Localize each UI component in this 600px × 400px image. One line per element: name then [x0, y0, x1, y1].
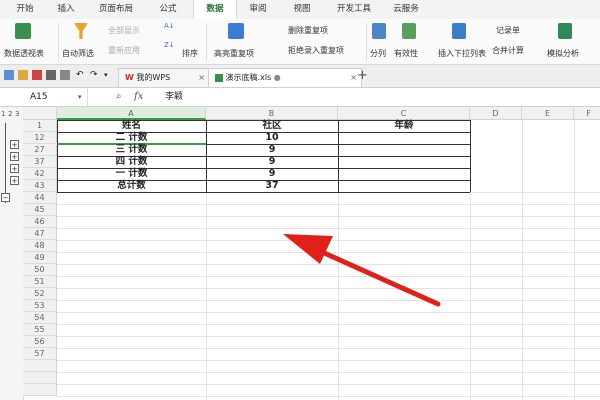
pivot-table-button[interactable]: 数据透视表	[4, 48, 44, 59]
annotation-arrow	[283, 234, 441, 307]
undo-icon[interactable]: ↶	[76, 70, 86, 80]
validity-icon	[402, 23, 416, 39]
split-column-button[interactable]: 分列	[370, 48, 386, 59]
menu-page-layout[interactable]: 页面布局	[88, 0, 144, 19]
menu-bar: 开始 插入 页面布局 公式 数据 审阅 视图 开发工具 云服务	[0, 0, 600, 20]
menu-insert[interactable]: 插入	[48, 0, 84, 19]
menu-review[interactable]: 审阅	[238, 0, 278, 19]
menu-developer[interactable]: 开发工具	[326, 0, 382, 19]
print-icon[interactable]	[46, 70, 56, 80]
divider	[206, 23, 207, 61]
name-box[interactable]: A15	[0, 88, 88, 106]
reject-duplicates-button[interactable]: 拒绝录入重复项	[288, 45, 344, 56]
preview-icon[interactable]	[60, 70, 70, 80]
reapply-button[interactable]: 重新应用	[108, 45, 140, 56]
wps-logo-icon: W	[125, 73, 134, 82]
insert-dropdown-icon	[452, 23, 466, 39]
ribbon-toolbar: 数据透视表 自动筛选 全部显示 重新应用 A↓ Z↓ 排序 高亮重复项 删除重复…	[0, 19, 600, 65]
insert-dropdown-button[interactable]: 插入下拉列表	[438, 48, 486, 59]
show-all-button[interactable]: 全部显示	[108, 25, 140, 36]
menu-cloud[interactable]: 云服务	[385, 0, 427, 19]
menu-formula[interactable]: 公式	[148, 0, 188, 19]
record-form-button[interactable]: 记录单	[496, 25, 520, 36]
formula-bar: A15 ▾ ⌕ fx 李颖	[0, 88, 600, 107]
sheet-icon	[215, 73, 223, 82]
new-file-icon[interactable]	[4, 70, 14, 80]
simulate-analysis-icon	[558, 23, 572, 39]
pivot-table-icon	[15, 23, 31, 39]
add-tab-icon[interactable]: +	[357, 68, 368, 83]
tab-document[interactable]: 演示底稿.xls ● ×	[208, 68, 362, 87]
divider	[58, 23, 59, 61]
tab-my-wps[interactable]: W 我的WPS ×	[118, 68, 210, 87]
zoom-search-icon[interactable]: ⌕	[116, 91, 122, 102]
autofilter-button[interactable]: 自动筛选	[62, 48, 94, 59]
fx-icon[interactable]: fx	[134, 91, 143, 102]
open-icon[interactable]	[18, 70, 28, 80]
sort-asc-icon[interactable]: A↓	[164, 22, 175, 30]
filter-icon	[74, 23, 88, 39]
simulate-analysis-button[interactable]: 模拟分析	[547, 48, 579, 59]
tab-bar: ↶ ↷ ▾ W 我的WPS × 演示底稿.xls ● × +	[0, 65, 600, 88]
unsaved-dot: ●	[273, 73, 281, 82]
formula-input[interactable]: 李颖	[165, 88, 183, 106]
remove-duplicates-button[interactable]: 删除重复项	[288, 25, 328, 36]
name-box-dropdown-icon[interactable]: ▾	[78, 93, 82, 101]
split-column-icon	[372, 23, 386, 39]
menu-start[interactable]: 开始	[4, 0, 46, 19]
validity-button[interactable]: 有效性	[394, 48, 418, 59]
highlight-duplicates-icon	[228, 23, 244, 39]
highlight-duplicates-button[interactable]: 高亮重复项	[214, 48, 254, 59]
export-pdf-icon[interactable]	[32, 70, 42, 80]
sort-button[interactable]: 排序	[182, 48, 198, 59]
spreadsheet-grid: 1 2 3 + + + + − A B C D E F 1 12 27 37 4…	[0, 107, 600, 400]
sort-desc-icon[interactable]: Z↓	[164, 41, 175, 49]
redo-icon[interactable]: ↷	[90, 70, 100, 80]
more-arrow-icon[interactable]: ▾	[104, 70, 114, 80]
close-icon[interactable]: ×	[198, 69, 205, 87]
menu-data[interactable]: 数据	[193, 0, 237, 20]
close-icon[interactable]: ×	[350, 69, 357, 87]
merge-calc-button[interactable]: 合并计算	[492, 45, 524, 56]
divider	[366, 23, 367, 61]
menu-view[interactable]: 视图	[282, 0, 322, 19]
